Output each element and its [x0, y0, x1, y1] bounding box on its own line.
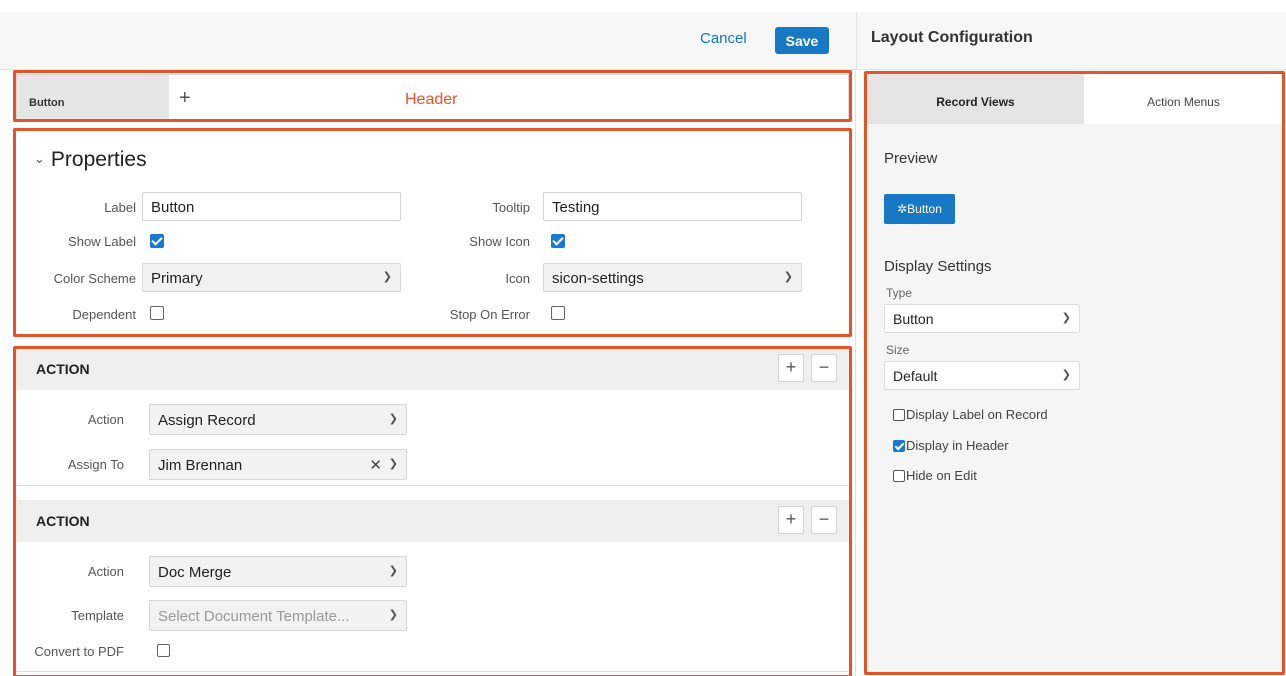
tooltip-field-label: Tooltip — [492, 200, 530, 215]
display-in-header-label: Display in Header — [906, 438, 1009, 453]
section-divider — [16, 671, 849, 672]
color-scheme-label: Color Scheme — [53, 271, 136, 286]
action-title: ACTION — [36, 361, 90, 377]
size-label: Size — [886, 343, 910, 357]
right-panel: Record Views Action Menus Preview ✲Butto… — [867, 74, 1283, 674]
right-panel-header: Layout Configuration — [856, 12, 1286, 70]
display-label-on-record-row[interactable]: Display Label on Record — [893, 407, 1048, 422]
action-field-label: Action — [87, 412, 124, 427]
remove-action-button[interactable]: − — [811, 354, 837, 382]
icon-value: sicon-settings — [552, 270, 644, 287]
display-label-on-record-label: Display Label on Record — [906, 407, 1048, 422]
assign-to-select[interactable]: Jim Brennan ✕ ❯ — [149, 449, 407, 480]
tooltip-input[interactable]: Testing — [543, 192, 802, 221]
dependent-label: Dependent — [72, 307, 136, 322]
dependent-checkbox[interactable] — [150, 306, 164, 320]
stop-on-error-checkbox[interactable] — [551, 306, 565, 320]
action-select[interactable]: Doc Merge ❯ — [149, 556, 407, 587]
right-panel-title: Layout Configuration — [871, 29, 1033, 46]
preview-button[interactable]: ✲Button — [884, 194, 955, 224]
add-action-button[interactable]: + — [778, 506, 804, 534]
section-divider — [16, 485, 849, 486]
chevron-down-icon: ❯ — [388, 413, 398, 425]
preview-button-label: Button — [907, 202, 942, 216]
action-title: ACTION — [36, 513, 90, 529]
stop-on-error-label: Stop On Error — [449, 307, 530, 322]
action-field-label: Action — [87, 564, 124, 579]
cancel-button[interactable]: Cancel — [700, 30, 747, 47]
tab-action-menus[interactable]: Action Menus — [1084, 74, 1283, 124]
clear-icon[interactable]: ✕ — [369, 456, 382, 474]
panel-divider — [855, 70, 856, 676]
header-annotation: Header — [405, 91, 458, 108]
convert-to-pdf-checkbox[interactable] — [157, 644, 170, 657]
size-value: Default — [893, 368, 938, 384]
chevron-down-icon: ❯ — [1061, 312, 1071, 324]
chevron-down-icon: ❯ — [388, 565, 398, 577]
tab-record-views[interactable]: Record Views — [867, 74, 1084, 124]
remove-action-button[interactable]: − — [811, 506, 837, 534]
chevron-down-icon: ❯ — [1061, 369, 1071, 381]
properties-title-text: Properties — [50, 148, 147, 171]
action-header: ACTION + − — [16, 500, 849, 542]
display-settings-heading: Display Settings — [884, 258, 992, 275]
save-button[interactable]: Save — [775, 27, 829, 54]
plus-icon[interactable]: + — [179, 87, 191, 110]
action-value: Doc Merge — [158, 564, 232, 581]
type-select[interactable]: Button ❯ — [884, 304, 1080, 333]
properties-section: ⌄ Properties Label Button Tooltip Testing… — [16, 130, 849, 335]
action-value: Assign Record — [158, 412, 256, 429]
assign-to-value: Jim Brennan — [158, 457, 243, 474]
chevron-down-icon: ❯ — [783, 271, 793, 283]
color-scheme-select[interactable]: Primary ❯ — [142, 263, 401, 292]
action-select[interactable]: Assign Record ❯ — [149, 404, 407, 435]
properties-title[interactable]: ⌄ Properties — [34, 148, 147, 172]
size-select[interactable]: Default ❯ — [884, 361, 1080, 390]
icon-field-label: Icon — [505, 271, 530, 286]
chevron-down-icon: ❯ — [382, 271, 392, 283]
cropped-caption-band — [0, 0, 1286, 12]
icon-select[interactable]: sicon-settings ❯ — [543, 263, 802, 292]
show-label-label: Show Label — [68, 234, 136, 249]
label-field-label: Label — [104, 200, 136, 215]
gear-icon: ✲ — [897, 202, 908, 216]
template-placeholder: Select Document Template... — [158, 608, 350, 625]
action-header: ACTION + − — [16, 348, 849, 390]
show-icon-label: Show Icon — [469, 234, 530, 249]
chevron-down-icon: ⌄ — [34, 151, 45, 166]
assign-to-label: Assign To — [67, 457, 124, 472]
template-label: Template — [71, 608, 124, 623]
preview-heading: Preview — [884, 150, 938, 167]
color-scheme-value: Primary — [151, 270, 203, 287]
header-tab-button[interactable]: Button — [17, 75, 169, 119]
convert-to-pdf-label: Convert to PDF — [34, 644, 124, 659]
hide-on-edit-checkbox[interactable] — [893, 470, 905, 482]
hide-on-edit-label: Hide on Edit — [906, 468, 977, 483]
show-label-checkbox[interactable] — [150, 234, 164, 248]
label-input[interactable]: Button — [142, 192, 401, 221]
actions-section: ACTION + − Action Assign Record ❯ Assign… — [16, 348, 849, 676]
type-label: Type — [886, 286, 913, 300]
type-value: Button — [893, 311, 934, 327]
header-row: Button + Header — [16, 74, 849, 120]
display-in-header-checkbox[interactable] — [893, 440, 905, 452]
hide-on-edit-row[interactable]: Hide on Edit — [893, 468, 977, 483]
add-action-button[interactable]: + — [778, 354, 804, 382]
main-toolbar: Cancel Save — [0, 12, 856, 70]
display-in-header-row[interactable]: Display in Header — [893, 438, 1009, 453]
template-select[interactable]: Select Document Template... ❯ — [149, 600, 407, 631]
show-icon-checkbox[interactable] — [551, 234, 565, 248]
chevron-down-icon: ❯ — [388, 609, 398, 621]
display-label-on-record-checkbox[interactable] — [893, 409, 905, 421]
chevron-down-icon: ❯ — [388, 458, 398, 470]
